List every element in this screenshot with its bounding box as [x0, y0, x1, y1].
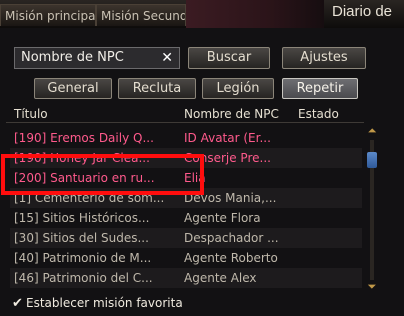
quest-npc-name: Despachador ...	[184, 231, 279, 245]
favorite-label: Establecer misión favorita	[26, 296, 183, 310]
filter-legion[interactable]: Legión	[202, 78, 274, 99]
scroll-down-icon[interactable]: ⏷	[366, 280, 378, 294]
quest-title: [190] Honey Jar Clea...	[14, 151, 150, 165]
table-row[interactable]: [200] Santuario en ru... Elia	[10, 168, 362, 188]
quest-title: [15] Sitios Históricos...	[14, 211, 150, 225]
scrollbar[interactable]: ⏶ ⏷	[366, 124, 378, 294]
filter-recluta[interactable]: Recluta	[118, 78, 196, 99]
filter-repetir[interactable]: Repetir	[282, 78, 358, 99]
scroll-up-icon[interactable]: ⏶	[366, 124, 378, 138]
search-button[interactable]: Buscar	[188, 47, 270, 69]
table-row[interactable]: [190] Honey Jar Clea... Conserje Pre...	[10, 148, 362, 168]
table-row[interactable]: [46] Patrimonio del C... Agente Alex	[10, 268, 362, 288]
quest-npc-name: ID Avatar (Er...	[184, 131, 271, 145]
column-header-title[interactable]: Título	[14, 107, 48, 121]
table-row[interactable]: [15] Sitios Históricos... Agente Flora	[10, 208, 362, 228]
npc-search-field[interactable]: ✕	[14, 47, 180, 69]
npc-search-input[interactable]	[15, 48, 167, 68]
quest-npc-name: Conserje Pre...	[184, 151, 271, 165]
quest-npc-name: Agente Flora	[184, 211, 261, 225]
table-row[interactable]: [30] Sitios del Sudes... Despachador ...	[10, 228, 362, 248]
header-divider	[6, 122, 364, 123]
tab-main-mission[interactable]: Misión principal	[0, 4, 96, 26]
close-icon[interactable]: ✕	[161, 49, 173, 67]
table-row[interactable]: [1] Cementerio de som... Devos Mania,...	[10, 188, 362, 208]
quest-npc-name: Agente Alex	[184, 271, 257, 285]
quest-title: [46] Patrimonio del C...	[14, 271, 153, 285]
favorite-mission-checkbox[interactable]: ✔ Establecer misión favorita	[12, 294, 183, 312]
table-row[interactable]: [190] Eremos Daily Q... ID Avatar (Er...	[10, 128, 362, 148]
filter-general[interactable]: General	[34, 78, 112, 99]
checkmark-icon: ✔	[12, 296, 23, 311]
tab-secondary-mission[interactable]: Misión Secundaria	[96, 4, 186, 26]
quest-title: [200] Santuario en ru...	[14, 171, 155, 185]
quest-npc-name: Elia	[184, 171, 206, 185]
quest-title: [40] Patrimonio de M...	[14, 251, 152, 265]
quest-npc-name: Agente Roberto	[184, 251, 278, 265]
column-header-npc[interactable]: Nombre de NPC	[184, 107, 279, 121]
tab-bar: Misión principal Misión Secundaria Diari…	[0, 0, 404, 29]
quest-npc-name: Devos Mania,...	[184, 191, 277, 205]
quest-title: [30] Sitios del Sudes...	[14, 231, 149, 245]
settings-button[interactable]: Ajustes	[282, 47, 366, 69]
window-title: Diario de	[332, 3, 393, 20]
column-header-status[interactable]: Estado	[298, 107, 339, 121]
quest-title: [190] Eremos Daily Q...	[14, 131, 154, 145]
background-art	[186, 0, 324, 28]
scroll-thumb[interactable]	[367, 152, 377, 168]
table-row[interactable]: [40] Patrimonio de M... Agente Roberto	[10, 248, 362, 268]
quest-title: [1] Cementerio de som...	[14, 191, 165, 205]
